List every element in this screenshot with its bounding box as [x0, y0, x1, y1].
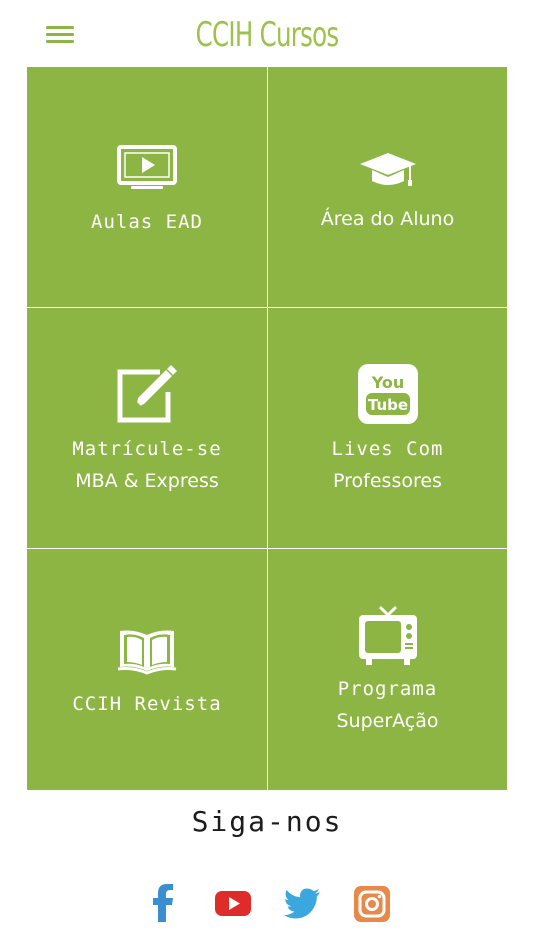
menu-line — [46, 26, 74, 29]
tile-label-line1: Programa — [337, 678, 438, 700]
tile-label-line2: Professores — [333, 470, 442, 492]
hamburger-menu-icon[interactable] — [46, 24, 74, 46]
tile-label-line2: MBA & Express — [75, 470, 219, 492]
tile-label: CCIH Revista — [27, 688, 267, 720]
youtube-icon: You Tube — [357, 364, 418, 424]
facebook-icon[interactable] — [145, 884, 181, 922]
edit-pencil-icon — [117, 365, 177, 423]
open-book-icon — [117, 630, 177, 675]
graduation-cap-icon — [359, 153, 416, 186]
tile-label-line1: CCIH Revista — [72, 693, 222, 715]
tile-label-line2: SuperAção — [336, 710, 439, 732]
tile-label-line1: Área do Aluno — [320, 208, 455, 230]
tile-label: Área do Aluno — [268, 203, 507, 235]
top-bar: CCIH Cursos — [0, 0, 534, 67]
tile-label: Aulas EAD — [27, 206, 267, 238]
tile-aulas-ead[interactable]: Aulas EAD — [27, 67, 267, 307]
youtube-icon[interactable] — [214, 884, 252, 922]
tile-label: Matrícule-se MBA & Express — [27, 433, 267, 497]
menu-line — [46, 40, 74, 43]
retro-tv-icon — [358, 605, 417, 665]
menu-line — [46, 33, 74, 36]
tile-ccih-revista[interactable]: CCIH Revista — [27, 549, 267, 790]
menu-grid: Aulas EAD Área do Aluno Matrícule-se MBA… — [27, 67, 507, 790]
youtube-icon-text-bottom: Tube — [367, 396, 407, 414]
tv-play-icon — [117, 145, 177, 189]
instagram-icon[interactable] — [354, 884, 390, 922]
twitter-icon[interactable] — [284, 884, 322, 922]
youtube-icon-text-top: You — [370, 373, 404, 392]
follow-us-heading: Siga-nos — [191, 805, 343, 838]
tile-label: Lives Com Professores — [268, 433, 507, 497]
tile-area-do-aluno[interactable]: Área do Aluno — [268, 67, 507, 307]
tile-programa-superacao[interactable]: Programa SuperAção — [268, 549, 507, 790]
tile-matricule-se[interactable]: Matrícule-se MBA & Express — [27, 308, 267, 548]
tile-label-line1: Matrícule-se — [72, 438, 222, 460]
tile-label: Programa SuperAção — [268, 673, 507, 737]
site-title[interactable]: CCIH Cursos — [75, 10, 459, 60]
tile-lives-com-professores[interactable]: You Tube Lives Com Professores — [268, 308, 507, 548]
tile-label-line1: Lives Com — [331, 438, 444, 460]
tile-label-line1: Aulas EAD — [91, 211, 203, 233]
